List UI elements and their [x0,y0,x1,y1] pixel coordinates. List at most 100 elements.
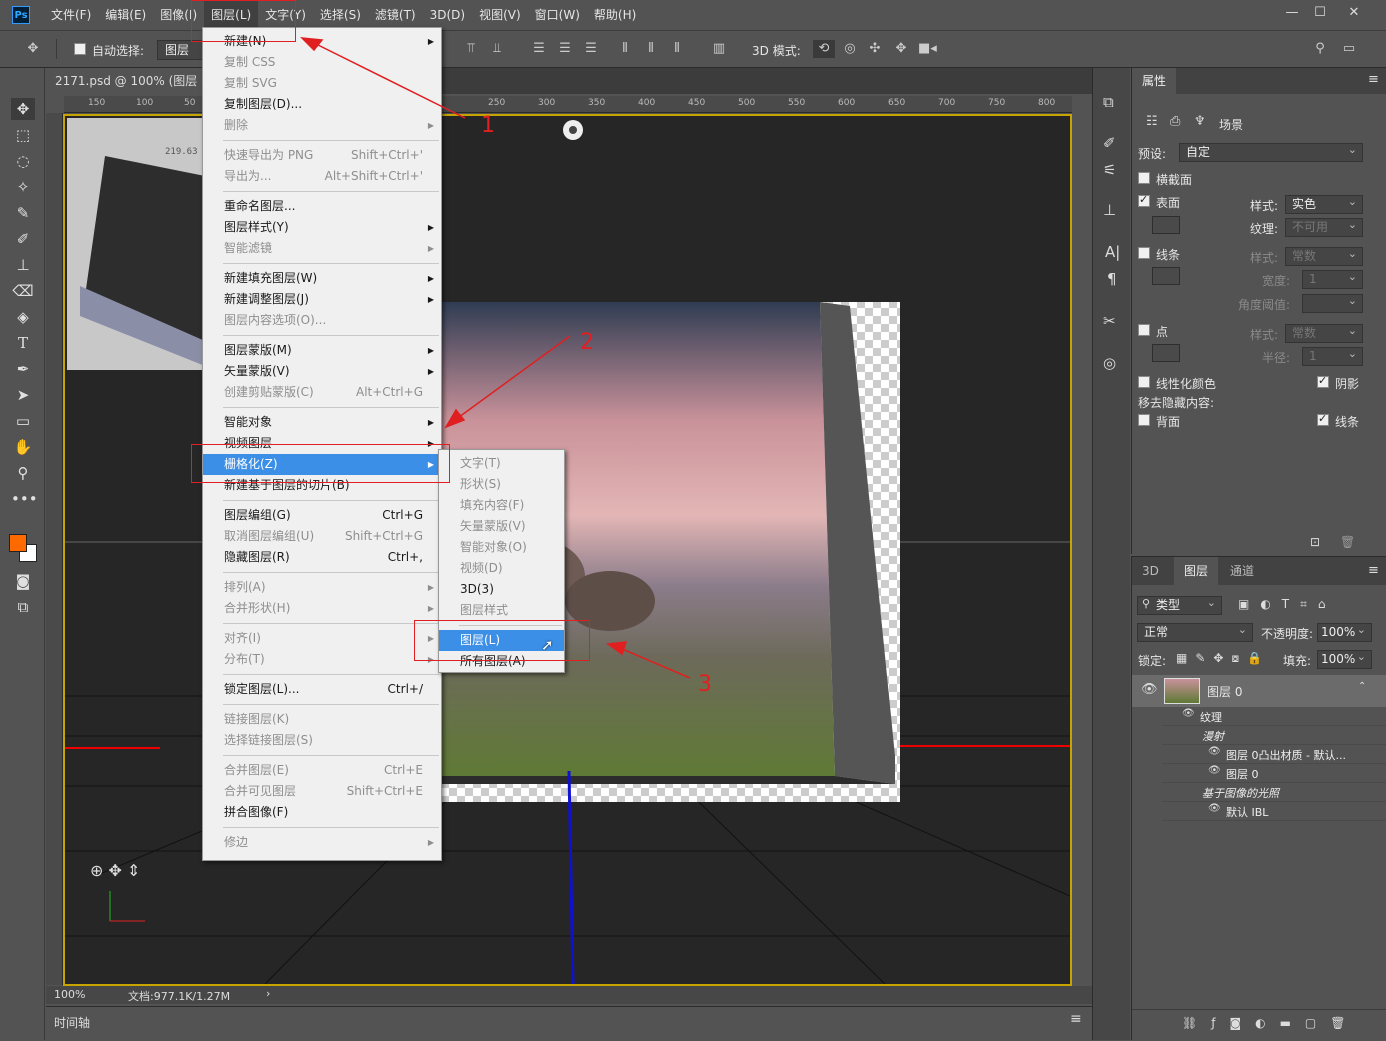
tool-presets-icon[interactable]: ✂ [1103,312,1116,330]
tab-1[interactable]: 图层 [1174,557,1219,585]
layer-sub-item[interactable]: 基于图像的光照 [1162,783,1386,802]
fill-input[interactable]: 100% [1317,648,1372,669]
tab-0[interactable]: 3D [1132,557,1169,585]
layer-menu-item[interactable]: 拼合图像(F) [203,802,441,823]
orbit-3d-icon[interactable]: ⟲ [813,40,835,58]
auto-align-icon[interactable]: ▥ [710,40,728,58]
shadow-checkbox[interactable] [1317,374,1329,388]
layer-menu-item[interactable]: 复制图层(D)... [203,94,441,115]
layer-actions-icons[interactable]: ⛓ƒ◙◐▬▢🗑 [1182,1016,1359,1030]
layer-menu-item[interactable]: 图层内容选项(O)... [203,310,441,331]
layer-menu-item[interactable]: 快速导出为 PNG Shift+Ctrl+' [203,145,441,166]
auto-select-checkbox[interactable] [74,43,86,55]
layer-menu-item[interactable]: 删除 ▶ [203,115,441,136]
paint-bucket-icon[interactable]: ◈ [11,306,35,328]
adjustments-icon[interactable]: ⚟ [1103,161,1116,179]
quick-mask-icon[interactable]: ◙ [11,570,35,592]
layer-sub-item[interactable]: 👁 图层 0凸出材质 - 默认... [1162,745,1386,764]
lines-checkbox[interactable] [1138,247,1150,259]
layer-menu-item[interactable]: 复制 CSS [203,52,441,73]
search-icon[interactable]: ⚲ [1311,40,1329,58]
linearize-checkbox[interactable] [1138,376,1150,388]
brush-tool-icon[interactable]: ✐ [11,228,35,250]
foreground-color-swatch[interactable] [9,534,27,552]
distribute-hcenter-icon[interactable]: ⫴ [642,40,660,58]
camera-3d-icon[interactable]: ■◂ [918,40,937,58]
layer-menu-item[interactable]: 智能对象 ▶ [203,412,441,433]
move-tool-icon[interactable]: ✥ [11,98,35,120]
surface-checkbox[interactable] [1138,193,1150,207]
render-icon[interactable]: ⊡ [1310,535,1320,549]
layer-menu-item[interactable]: 排列(A) ▶ [203,577,441,598]
blend-mode-dropdown[interactable]: 正常 [1137,621,1253,642]
history-icon[interactable]: ⧉ [1103,93,1114,111]
distribute-left-icon[interactable]: ⫴ [616,40,634,58]
preset-dropdown[interactable]: 自定 [1179,141,1363,162]
character-icon[interactable]: A| [1105,243,1120,261]
visibility-eye-icon[interactable]: 👁 [1208,765,1221,776]
menu-item-10[interactable]: 帮助(H) [587,0,643,30]
distribute-right-icon[interactable]: ⫴ [668,40,686,58]
layer-menu-item[interactable]: 隐藏图层(R) Ctrl+, [203,547,441,568]
visibility-eye-icon[interactable]: 👁 [1182,708,1195,719]
layer-menu-item[interactable]: 选择链接图层(S) [203,730,441,751]
layer-menu-item[interactable]: 合并可见图层 Shift+Ctrl+E [203,781,441,802]
rasterize-menu-item[interactable]: 图层样式 [439,600,564,621]
type-tool-icon[interactable]: T [11,332,35,354]
align-top-icon[interactable]: ⫪ [462,40,480,58]
clone-source-icon[interactable]: ⊥ [1103,201,1116,219]
filter-icons[interactable]: ▣◐T⌗⌂ [1238,597,1337,612]
panel-menu-icon[interactable]: ≡ [1070,1011,1082,1027]
layer-menu-item[interactable]: 锁定图层(L)... Ctrl+/ [203,679,441,700]
layer-menu-item[interactable]: 矢量蒙版(V) ▶ [203,361,441,382]
status-arrow-icon[interactable]: › [266,987,270,1000]
menu-item-0[interactable]: 文件(F) [44,0,98,30]
zoom-level[interactable]: 100% [54,988,85,1001]
lines-swatch[interactable] [1152,267,1180,285]
rasterize-menu-item[interactable]: 形状(S) [439,474,564,495]
screen-mode-icon[interactable]: ⧉ [11,596,35,618]
layer-menu-item[interactable]: 修边 ▶ [203,832,441,853]
menu-item-9[interactable]: 窗口(W) [528,0,587,30]
distribute-top-icon[interactable]: ☰ [530,40,548,58]
layer-menu-item[interactable]: 创建剪贴蒙版(C) Alt+Ctrl+G [203,382,441,403]
width-input[interactable]: 1 [1302,268,1363,289]
auto-select-dropdown[interactable]: 图层 [157,40,203,60]
more-tools-icon[interactable]: ••• [11,488,38,510]
menu-item-7[interactable]: 3D(D) [423,0,472,30]
camera-icon[interactable]: ⎙ [1170,114,1180,129]
trash-icon[interactable]: 🗑 [1340,535,1355,549]
backface-checkbox[interactable] [1138,414,1150,426]
zoom-tool-icon[interactable]: ⚲ [11,462,35,484]
rasterize-menu-item[interactable]: 文字(T) [439,453,564,474]
visibility-eye-icon[interactable]: 👁 [1141,682,1158,697]
pen-tool-icon[interactable]: ✒ [11,358,35,380]
layer-menu-item[interactable]: 重命名图层... [203,196,441,217]
rasterize-menu-item[interactable]: 矢量蒙版(V) [439,516,564,537]
slide-3d-icon[interactable]: ✥ [892,40,910,58]
layer-menu-item[interactable]: 复制 SVG [203,73,441,94]
lines-style-dropdown[interactable]: 常数 [1285,245,1363,266]
menu-item-6[interactable]: 滤镜(T) [368,0,423,30]
panel-menu-icon[interactable]: ≡ [1368,72,1379,87]
layer-menu-item[interactable]: 链接图层(K) [203,709,441,730]
layer-menu-item[interactable]: 图层蒙版(M) ▶ [203,340,441,361]
radius-input[interactable]: 1 [1302,345,1363,366]
lines2-checkbox[interactable] [1317,412,1329,426]
points-swatch[interactable] [1152,344,1180,362]
menu-item-8[interactable]: 视图(V) [472,0,528,30]
layer-menu-item[interactable]: 新建填充图层(W) ▶ [203,268,441,289]
marquee-tool-icon[interactable]: ⬚ [11,124,35,146]
cross-section-checkbox[interactable] [1138,172,1150,184]
roll-3d-icon[interactable]: ◎ [841,40,859,58]
workspace-icon[interactable]: ▭ [1340,40,1358,58]
panel-menu-icon[interactable]: ≡ [1368,563,1379,578]
layer-sub-item[interactable]: 👁 默认 IBL [1162,802,1386,821]
layer-menu-item[interactable]: 图层编组(G) Ctrl+G [203,505,441,526]
hand-tool-icon[interactable]: ✋ [11,436,35,458]
brush-settings-icon[interactable]: ✐ [1103,134,1116,152]
visibility-eye-icon[interactable]: 👁 [1208,803,1221,814]
layer-sub-item[interactable]: 👁 纹理 [1162,707,1386,726]
layer-menu-item[interactable]: 对齐(I) ▶ [203,628,441,649]
menu-item-1[interactable]: 编辑(E) [98,0,153,30]
